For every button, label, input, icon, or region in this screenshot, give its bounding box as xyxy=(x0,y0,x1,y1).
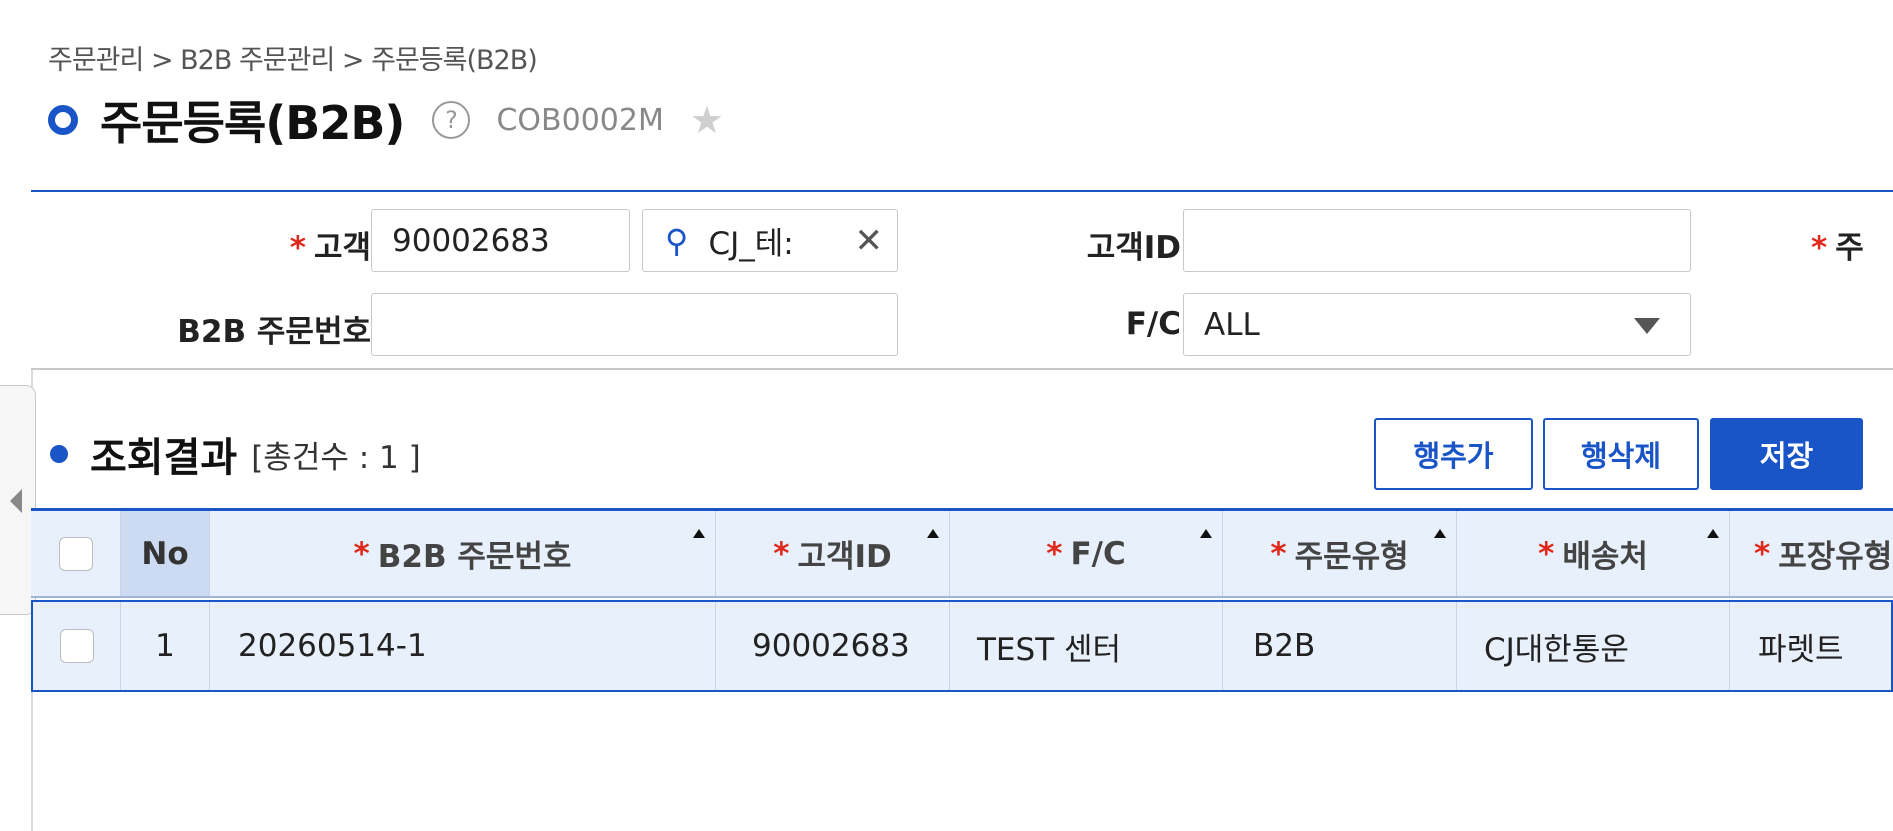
search-panel: *고객 ⚲ CJ_테: ✕ 고객ID *주 B2B 주문번호 F/C ALL xyxy=(31,190,1893,370)
required-mark: * xyxy=(1811,230,1828,266)
order-type-label-text: 주 xyxy=(1835,230,1864,266)
column-header-label: 고객ID xyxy=(797,539,892,575)
result-header: 조회결과 [총건수 : 1 ] xyxy=(50,425,421,483)
customer-label: * 고객 xyxy=(211,222,371,267)
clear-icon[interactable]: ✕ xyxy=(855,221,884,261)
required-mark: * xyxy=(1270,535,1287,572)
section-bullet-icon xyxy=(50,445,68,463)
add-row-button[interactable]: 행추가 xyxy=(1374,418,1533,490)
favorite-star-icon[interactable]: ★ xyxy=(690,101,724,139)
header-select-all[interactable] xyxy=(31,511,121,596)
column-header-order-type[interactable]: * 주문유형 xyxy=(1223,511,1457,596)
cell-ship-to[interactable]: CJ대한통운 xyxy=(1457,602,1730,690)
cell-fc[interactable]: TEST 센터 xyxy=(950,602,1223,690)
row-select-cell[interactable] xyxy=(33,602,121,690)
dropdown-arrow-icon[interactable] xyxy=(1634,318,1660,334)
help-icon[interactable]: ? xyxy=(432,101,471,139)
sort-asc-icon[interactable] xyxy=(927,529,939,538)
required-mark: * xyxy=(289,230,306,266)
select-all-checkbox[interactable] xyxy=(58,536,93,571)
column-header-fc[interactable]: * F/C xyxy=(950,511,1223,596)
customer-code-field[interactable] xyxy=(392,222,629,259)
cell-pack-type[interactable]: 파렛트 xyxy=(1730,602,1893,690)
required-mark: * xyxy=(1046,535,1063,572)
column-header-pack-type[interactable]: * 포장유형 xyxy=(1730,511,1893,596)
cell-customer-id[interactable]: 90002683 xyxy=(716,602,950,690)
cell-order-type[interactable]: B2B xyxy=(1223,602,1457,690)
row-checkbox[interactable] xyxy=(59,629,94,663)
customer-id-input[interactable] xyxy=(1183,209,1691,272)
column-header-label: 배송처 xyxy=(1562,539,1648,575)
order-type-label-partial: * 주 xyxy=(1811,222,1893,267)
column-header-label: F/C xyxy=(1070,535,1126,572)
sort-asc-icon[interactable] xyxy=(693,529,705,538)
required-mark: * xyxy=(1538,535,1555,572)
screen-code: COB0002M xyxy=(496,102,664,138)
breadcrumb: 주문관리 > B2B 주문관리 > 주문등록(B2B) xyxy=(48,45,538,76)
customer-name-value: CJ_테: xyxy=(708,226,794,262)
cell-b2b-order-no[interactable]: 20260514-1 xyxy=(210,602,716,690)
page-title: 주문등록(B2B) xyxy=(100,96,405,150)
required-mark: * xyxy=(1754,535,1771,572)
table-row[interactable]: 1 20260514-1 90002683 TEST 센터 B2B CJ대한통운… xyxy=(31,600,1893,692)
save-button[interactable]: 저장 xyxy=(1710,418,1863,490)
search-icon[interactable]: ⚲ xyxy=(665,222,688,260)
chevron-left-icon xyxy=(10,489,22,513)
column-header-label: 주문유형 xyxy=(1294,539,1409,575)
result-count: [총건수 : 1 ] xyxy=(251,439,421,476)
column-header-label: B2B 주문번호 xyxy=(377,539,572,575)
sort-asc-icon[interactable] xyxy=(1707,529,1719,538)
customer-name-search[interactable]: ⚲ CJ_테: ✕ xyxy=(642,209,898,272)
column-header-label: No xyxy=(141,535,189,572)
customer-id-field[interactable] xyxy=(1204,222,1690,259)
required-mark: * xyxy=(353,535,370,572)
column-header-customer-id[interactable]: * 고객ID xyxy=(716,511,950,596)
fc-label: F/C xyxy=(1125,306,1181,342)
result-title: 조회결과 xyxy=(90,435,238,481)
fc-select[interactable]: ALL xyxy=(1183,293,1691,356)
delete-row-button[interactable]: 행삭제 xyxy=(1543,418,1699,490)
grid-header: No * B2B 주문번호 * 고객ID * F/C * 주문유형 * 배송처 * 포장유형 xyxy=(31,508,1893,598)
column-header-no: No xyxy=(121,511,210,596)
sort-asc-icon[interactable] xyxy=(1200,529,1212,538)
column-header-b2b-order-no[interactable]: * B2B 주문번호 xyxy=(210,511,716,596)
customer-label-text: 고객 xyxy=(313,230,371,266)
column-header-ship-to[interactable]: * 배송처 xyxy=(1457,511,1730,596)
customer-id-label: 고객ID xyxy=(1086,230,1181,266)
sort-asc-icon[interactable] xyxy=(1434,529,1446,538)
title-row: 주문등록(B2B) ? COB0002M ★ xyxy=(48,92,724,150)
b2b-order-no-field[interactable] xyxy=(392,306,897,343)
b2b-order-no-label: B2B 주문번호 xyxy=(177,314,371,350)
cell-no: 1 xyxy=(121,602,210,690)
title-bullet-icon xyxy=(48,105,78,135)
customer-code-input[interactable] xyxy=(371,209,630,272)
b2b-order-no-input[interactable] xyxy=(371,293,898,356)
fc-select-value: ALL xyxy=(1204,306,1260,343)
required-mark: * xyxy=(773,535,790,572)
column-header-label: 포장유형 xyxy=(1778,539,1893,575)
